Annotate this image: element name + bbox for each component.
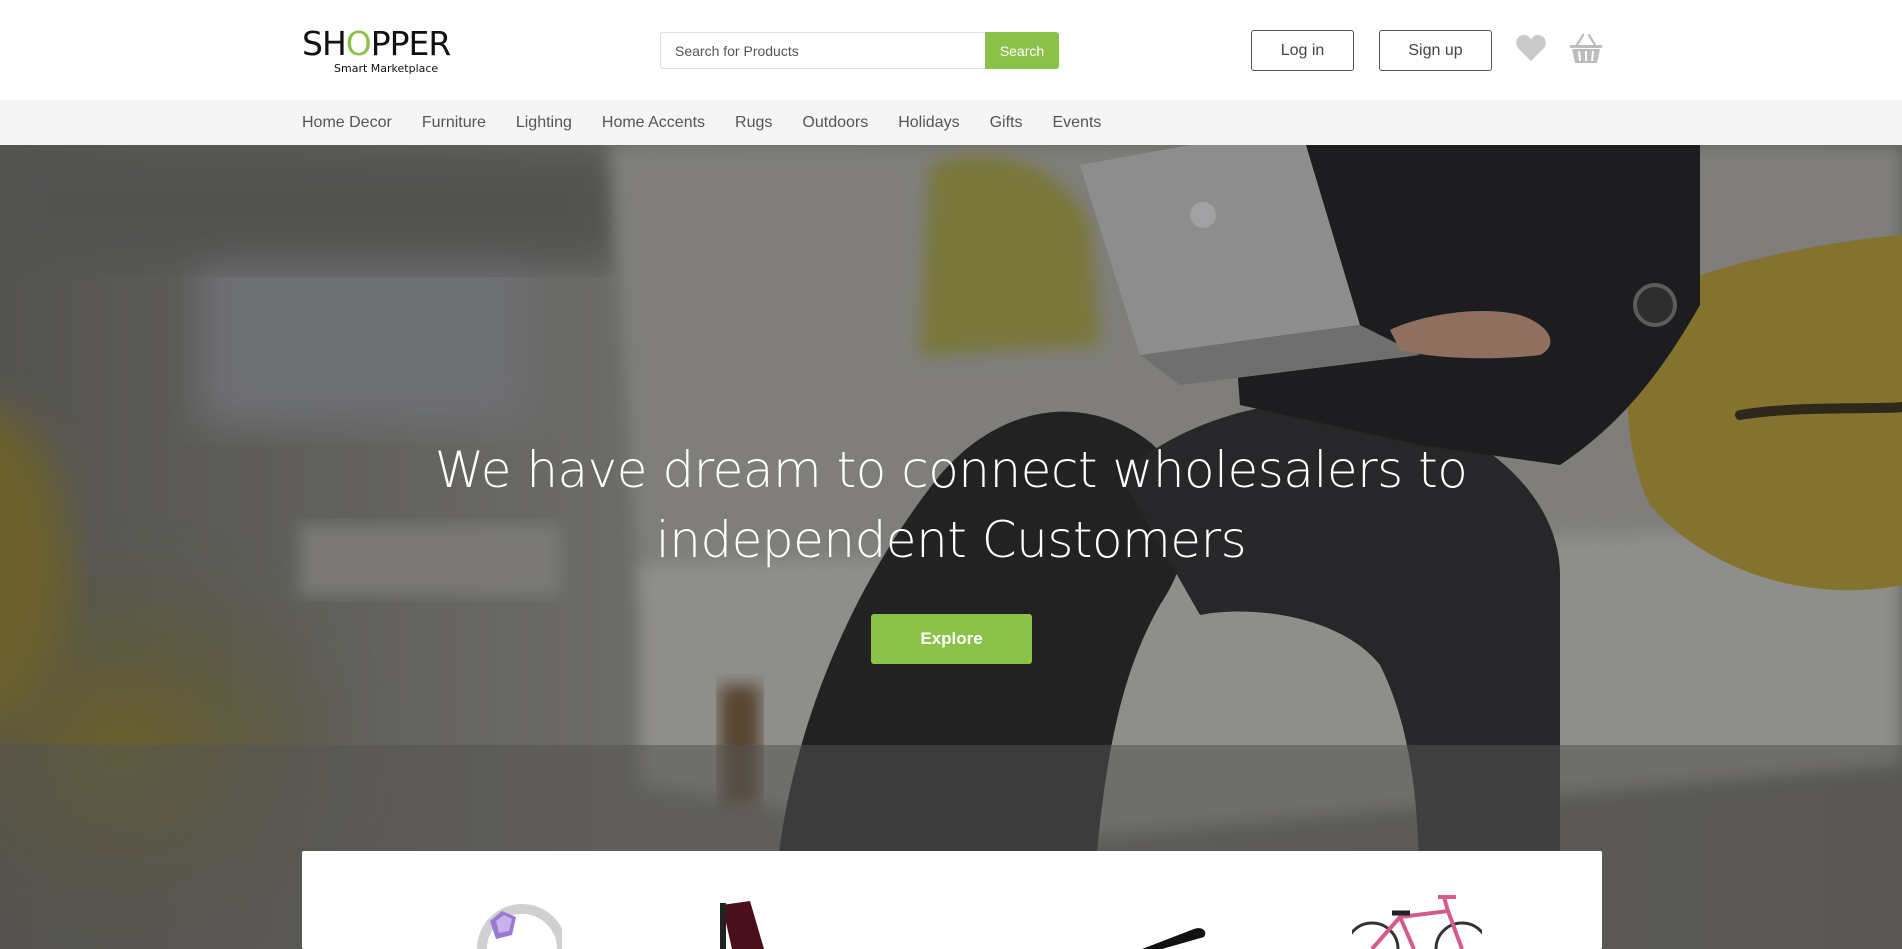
signup-button[interactable]: Sign up [1379,30,1492,71]
brand-tagline: Smart Marketplace [334,62,439,75]
search-input[interactable] [660,32,985,69]
nav-item-outdoors[interactable]: Outdoors [802,114,868,132]
nav-item-furniture[interactable]: Furniture [422,114,486,132]
flashlight-icon[interactable] [1122,851,1222,949]
category-nav-list: Home Decor Furniture Lighting Home Accen… [302,100,1131,145]
chair-icon[interactable] [702,851,782,949]
brand-logo[interactable]: SHOPPER Smart Marketplace [302,26,452,76]
nav-item-lighting[interactable]: Lighting [516,114,572,132]
hero-banner: We have dream to connect wholesalers to … [0,145,1902,949]
nav-item-home-decor[interactable]: Home Decor [302,114,392,132]
ring-icon[interactable] [452,851,562,949]
nav-item-holidays[interactable]: Holidays [898,114,959,132]
nav-item-home-accents[interactable]: Home Accents [602,114,705,132]
explore-button[interactable]: Explore [871,614,1032,664]
site-header: SHOPPER Smart Marketplace Search Log in … [0,0,1902,100]
login-button[interactable]: Log in [1251,30,1354,71]
brand-name: SHOPPER [302,24,451,63]
search-bar: Search [660,32,1059,69]
hero-title: We have dream to connect wholesalers to … [0,435,1902,575]
hero-title-line-2: independent Customers [655,511,1247,569]
heart-icon[interactable] [1515,33,1547,63]
product-showcase [302,851,1602,949]
basket-icon[interactable] [1569,33,1603,65]
category-nav: Home Decor Furniture Lighting Home Accen… [0,100,1902,145]
bicycle-icon[interactable] [1352,851,1482,949]
nav-item-rugs[interactable]: Rugs [735,114,772,132]
nav-item-events[interactable]: Events [1052,114,1101,132]
hero-title-line-1: We have dream to connect wholesalers to [434,441,1468,499]
nav-item-gifts[interactable]: Gifts [990,114,1023,132]
search-button[interactable]: Search [985,32,1059,69]
